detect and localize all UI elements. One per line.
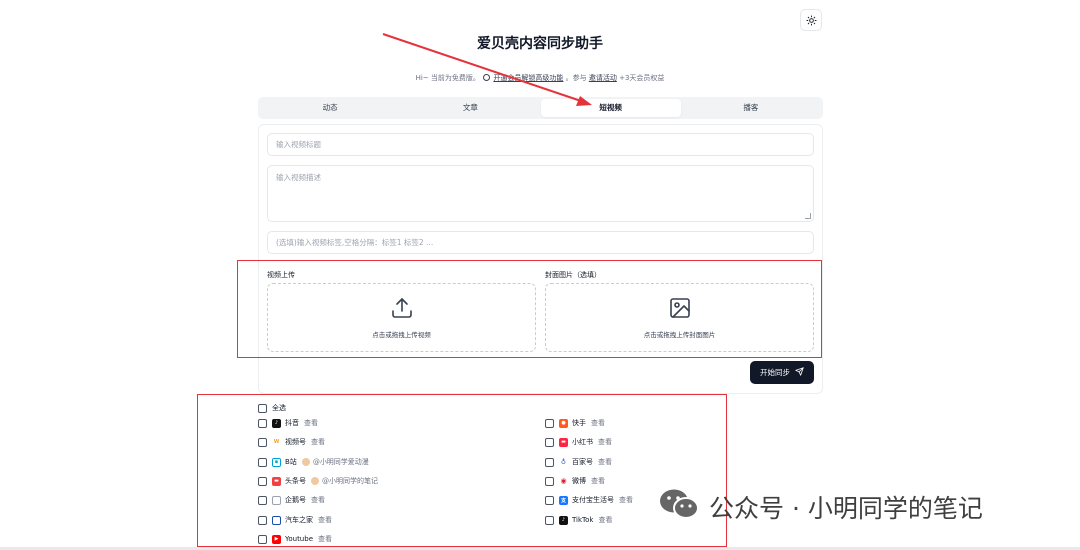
watermark-text: 公众号 · 小明同学的笔记 [709, 494, 983, 523]
wechat-icon [657, 487, 701, 527]
watermark: 公众号 · 小明同学的笔记 [657, 487, 983, 527]
annotation-arrow [382, 33, 592, 106]
